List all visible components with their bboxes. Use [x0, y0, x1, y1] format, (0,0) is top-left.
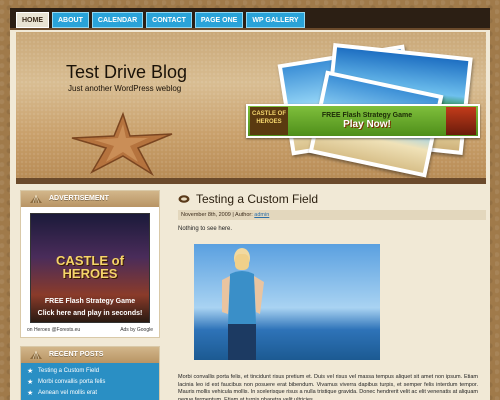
page: HOME ABOUT CALENDAR CONTACT PAGE ONE WP … — [10, 8, 490, 400]
post-author-link[interactable]: admin — [254, 212, 269, 218]
ad-box: CASTLE of HEROES FREE Flash Strategy Gam… — [21, 207, 159, 325]
castle-of-heroes-banner-ad[interactable]: CASTLE OF HEROES FREE Flash Strategy Gam… — [246, 104, 480, 138]
ad-subtitle: FREE Flash Strategy Game — [44, 298, 136, 305]
castle-of-heroes-ad[interactable]: CASTLE of HEROES FREE Flash Strategy Gam… — [30, 213, 150, 323]
banner-line-1: FREE Flash Strategy Game — [321, 112, 413, 119]
starfish-image — [71, 111, 173, 177]
star-icon: ★ — [27, 379, 34, 386]
ads-by-google-link[interactable]: Ads by Google — [120, 327, 153, 333]
sidebar: ADVERTISEMENT CASTLE of HEROES FREE Flas… — [20, 190, 160, 400]
widget-title-text: RECENT POSTS — [49, 351, 104, 358]
nav-item-page-one[interactable]: PAGE ONE — [194, 12, 244, 28]
ad-footer-source[interactable]: on Heroes @Forests.eu — [27, 327, 80, 333]
post-body-text: Morbi convallis porta felis, et tincidun… — [178, 374, 478, 400]
banner-text: FREE Flash Strategy Game Play Now! — [288, 112, 446, 130]
recent-post-item[interactable]: ★ Morbi convallis porta felis — [27, 377, 153, 388]
main-content: Testing a Custom Field November 8th, 200… — [178, 192, 486, 400]
post-title-link[interactable]: Testing a Custom Field — [196, 192, 318, 206]
post-intro: Nothing to see here. — [178, 226, 233, 232]
top-navigation-bar: HOME ABOUT CALENDAR CONTACT PAGE ONE WP … — [10, 8, 490, 30]
nav-item-contact[interactable]: CONTACT — [146, 12, 192, 28]
banner-play-now[interactable]: Play Now! — [288, 119, 446, 130]
blog-title[interactable]: Test Drive Blog — [66, 62, 187, 83]
star-icon: ★ — [27, 368, 34, 375]
banner-character-image — [446, 107, 476, 135]
header-divider — [16, 178, 486, 184]
recent-post-item[interactable]: ★ Aenean vel mollis erat — [27, 388, 153, 399]
recent-post-link[interactable]: Testing a Custom Field — [38, 366, 99, 377]
widget-title-recent-posts: RECENT POSTS — [21, 347, 159, 363]
recent-post-item[interactable]: ★ Testing a Custom Field — [27, 366, 153, 377]
leaf-bullet-icon — [178, 195, 190, 203]
recent-posts-list: ★ Testing a Custom Field ★ Morbi convallis… — [21, 363, 159, 400]
shell-icon — [30, 350, 42, 360]
advertisement-widget: ADVERTISEMENT CASTLE of HEROES FREE Flas… — [20, 190, 160, 338]
nav-item-home[interactable]: HOME — [16, 12, 49, 28]
blog-tagline: Just another WordPress weblog — [68, 84, 182, 93]
recent-posts-widget: RECENT POSTS ★ Testing a Custom Field ★ Mo… — [20, 346, 160, 400]
post-date: November 8th, 2009 — [181, 212, 231, 218]
nav-item-wp-gallery[interactable]: WP GALLERY — [246, 12, 305, 28]
nav-item-calendar[interactable]: CALENDAR — [91, 12, 144, 28]
recent-post-link[interactable]: Morbi convallis porta felis — [38, 377, 105, 388]
main-nav: HOME ABOUT CALENDAR CONTACT PAGE ONE WP … — [16, 12, 305, 28]
widget-title-text: ADVERTISEMENT — [49, 195, 109, 202]
shell-icon — [30, 194, 42, 204]
ad-footer: on Heroes @Forests.eu Ads by Google — [21, 325, 159, 337]
nav-item-about[interactable]: ABOUT — [52, 12, 89, 28]
widget-title-advertisement: ADVERTISEMENT — [21, 191, 159, 207]
post-title: Testing a Custom Field — [178, 192, 486, 206]
woman-figure — [222, 248, 264, 360]
star-icon: ★ — [27, 390, 34, 397]
ad-click-here[interactable]: Click here and play in seconds! — [31, 310, 149, 317]
recent-post-link[interactable]: Aenean vel mollis erat — [38, 388, 97, 399]
ad-castle-text: CASTLE of HEROES — [56, 253, 124, 281]
banner-logo: CASTLE OF HEROES — [250, 107, 288, 135]
post-author-prefix: | Author: — [232, 212, 253, 218]
post-meta: November 8th, 2009 | Author: admin — [178, 210, 486, 220]
post-image-woman-at-beach — [194, 244, 380, 360]
header-banner: Test Drive Blog Just another WordPress w… — [16, 32, 486, 178]
